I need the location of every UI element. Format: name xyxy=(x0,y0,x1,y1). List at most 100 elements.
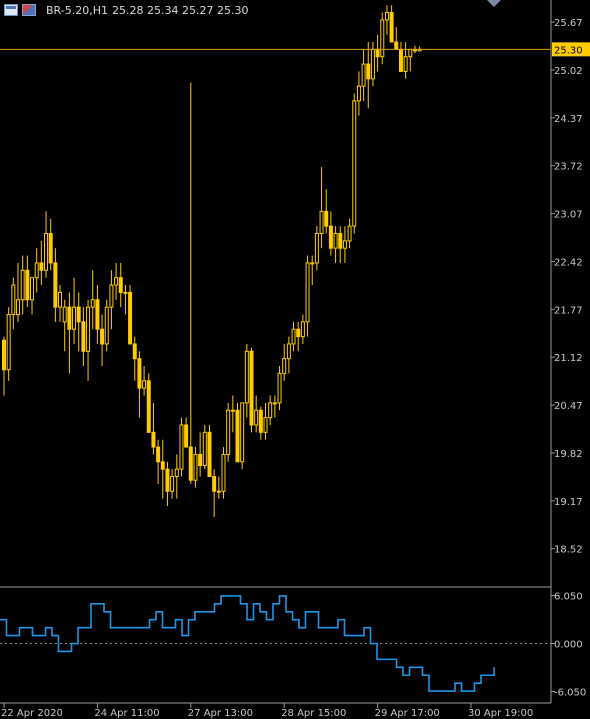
candle-body xyxy=(44,232,49,271)
candle-body xyxy=(2,339,6,371)
chart-window-icon[interactable] xyxy=(4,4,18,16)
candle-body xyxy=(398,48,403,72)
candle-body xyxy=(342,240,347,249)
candle-body xyxy=(221,453,226,492)
candle-body xyxy=(319,210,324,234)
price-tick-label: 21.77 xyxy=(554,305,583,316)
ohlc-readout: 25.28 25.34 25.27 25.30 xyxy=(111,3,249,17)
candle-body xyxy=(151,431,156,448)
candle-body xyxy=(16,299,21,315)
candle-body xyxy=(347,225,352,242)
candle-body xyxy=(370,48,375,80)
candle-body xyxy=(282,358,287,374)
candle-body xyxy=(202,431,207,466)
candle-body xyxy=(324,210,329,227)
chart-canvas[interactable]: 25.67 25.02 24.37 23.72 23.07 22.42 21.77 21.12… xyxy=(0,0,590,719)
candle-body xyxy=(34,262,39,279)
candle-body xyxy=(132,343,137,360)
chart-header: BR-5.20,H1 25.28 25.34 25.27 25.30 xyxy=(4,2,248,18)
candle-body xyxy=(230,409,235,412)
candle-body xyxy=(384,12,389,21)
candle-body xyxy=(156,446,161,463)
candle-body xyxy=(286,343,291,360)
time-tick-label: 22 Apr 2020 xyxy=(1,708,63,719)
candle-body xyxy=(170,476,175,492)
candle-body xyxy=(207,431,212,478)
candle-body xyxy=(20,269,25,301)
candle-body xyxy=(310,262,315,265)
candle-body xyxy=(291,328,296,345)
candle-body xyxy=(375,48,380,58)
indicator-tick-label: 6.050 xyxy=(554,592,583,603)
candle-body xyxy=(356,85,361,102)
candle-body xyxy=(314,232,319,264)
candle-body xyxy=(305,262,310,323)
price-tick-label: 20.47 xyxy=(554,401,583,412)
candle-body xyxy=(258,409,263,433)
candle-body xyxy=(277,372,282,404)
candle-body xyxy=(39,262,44,271)
candle-body xyxy=(184,424,189,448)
price-tick-label: 25.67 xyxy=(554,18,583,29)
candle-body xyxy=(137,358,142,389)
candle-body xyxy=(272,402,277,405)
time-tick-label: 24 Apr 11:00 xyxy=(94,708,159,719)
candle-body xyxy=(25,269,30,301)
candle-body xyxy=(142,380,147,389)
candle-body xyxy=(118,277,123,293)
candle-body xyxy=(226,409,231,455)
candle-body xyxy=(240,402,245,463)
candle-body xyxy=(296,328,301,338)
candle-body xyxy=(123,291,128,294)
candle-body xyxy=(174,468,179,478)
candle-body xyxy=(6,313,11,371)
candle-body xyxy=(193,453,198,481)
candle-body xyxy=(254,409,259,426)
candle-body xyxy=(146,380,151,433)
candle-body xyxy=(244,350,249,404)
candle-body xyxy=(235,409,240,463)
candle-body xyxy=(58,291,63,308)
price-tick-label: 24.37 xyxy=(554,114,583,125)
candle-body xyxy=(389,12,394,43)
price-tick-label: 18.52 xyxy=(554,545,583,556)
candle-body xyxy=(160,461,165,470)
candle-body xyxy=(90,299,95,308)
candle-body xyxy=(188,446,193,481)
time-tick-label: 29 Apr 17:00 xyxy=(375,708,440,719)
candle-body xyxy=(81,321,86,352)
time-tick-label: 28 Apr 15:00 xyxy=(281,708,346,719)
candle-body xyxy=(128,291,133,345)
price-tick-label: 19.17 xyxy=(554,497,583,508)
candle-body xyxy=(300,321,305,338)
candle-body xyxy=(366,63,371,80)
candle-body xyxy=(67,306,72,330)
candle-body xyxy=(216,490,221,493)
candle-body xyxy=(268,402,273,419)
candle-body xyxy=(62,306,67,323)
candle-body xyxy=(352,100,357,227)
candle-body xyxy=(408,48,413,58)
candle-body xyxy=(212,476,217,492)
symbol-label: BR-5.20,H1 xyxy=(46,3,108,17)
trade-icon[interactable] xyxy=(22,4,36,16)
candle-body xyxy=(338,232,343,249)
candle-body xyxy=(86,306,91,352)
current-price-tag-label: 25.30 xyxy=(554,45,583,56)
indicator-tick-label: -6.050 xyxy=(554,688,586,699)
price-tick-label: 25.02 xyxy=(554,66,583,77)
candle-body xyxy=(165,468,170,492)
candle-body xyxy=(333,232,338,249)
candle-body xyxy=(394,41,399,50)
candle-body xyxy=(198,453,203,466)
candle-body xyxy=(263,417,268,433)
candle-body xyxy=(53,262,58,308)
candle-body xyxy=(104,306,109,345)
candle-body xyxy=(11,284,16,315)
candle-body xyxy=(95,299,100,330)
candle-body xyxy=(114,277,119,286)
time-tick-label: 27 Apr 13:00 xyxy=(188,708,253,719)
candle-body xyxy=(403,56,408,72)
candle-body xyxy=(76,306,81,323)
candle-body xyxy=(361,63,366,87)
